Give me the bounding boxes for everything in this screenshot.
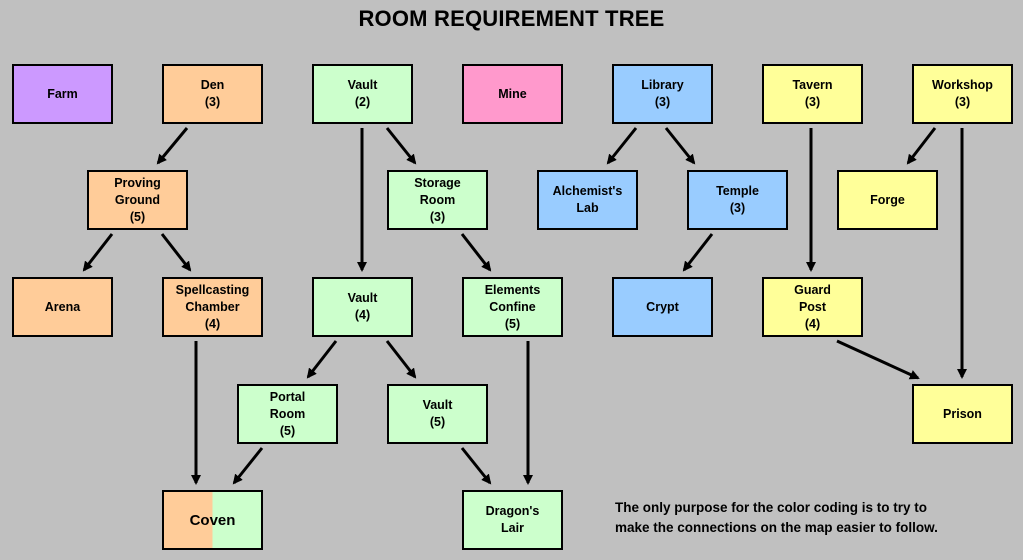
room-node-forge: Forge xyxy=(837,170,938,230)
room-label: Farm xyxy=(47,86,78,101)
room-node-workshop: Workshop (3) xyxy=(912,64,1013,124)
room-label: Elements Confine (5) xyxy=(484,282,541,331)
room-node-crypt: Crypt xyxy=(612,277,713,337)
room-label: Vault (5) xyxy=(422,398,453,429)
room-node-portal: Portal Room (5) xyxy=(237,384,338,444)
arrow-guard-to-prison xyxy=(836,339,920,380)
room-node-elements: Elements Confine (5) xyxy=(462,277,563,337)
note-line-1: The only purpose for the color coding is… xyxy=(615,500,928,515)
room-label: Den (3) xyxy=(200,78,225,109)
arrow-library-to-temple xyxy=(664,127,696,165)
room-node-vault5: Vault (5) xyxy=(387,384,488,444)
room-node-alchemist: Alchemist's Lab xyxy=(537,170,638,230)
color-coding-note: The only purpose for the color coding is… xyxy=(615,498,938,538)
room-label: Dragon's Lair xyxy=(485,504,540,535)
arrow-vault2-to-storage xyxy=(385,127,417,165)
arrow-library-to-alchemist xyxy=(606,127,638,165)
room-node-den: Den (3) xyxy=(162,64,263,124)
room-label: Workshop (3) xyxy=(932,78,993,109)
room-label: Mine xyxy=(498,86,527,101)
room-label: Crypt xyxy=(646,299,679,314)
room-node-library: Library (3) xyxy=(612,64,713,124)
arrow-proving-to-arena xyxy=(82,233,114,272)
room-label: Forge xyxy=(870,192,905,207)
room-label: Guard Post (4) xyxy=(794,282,831,331)
room-node-vault4: Vault (4) xyxy=(312,277,413,337)
room-label: Temple (3) xyxy=(716,184,759,215)
room-node-spell: Spellcasting Chamber (4) xyxy=(162,277,263,337)
room-label: Vault (2) xyxy=(347,78,378,109)
room-node-proving: Proving Ground (5) xyxy=(87,170,188,230)
room-label: Spellcasting Chamber (4) xyxy=(175,282,250,331)
arrow-proving-to-spell xyxy=(160,233,192,272)
room-node-mine: Mine xyxy=(462,64,563,124)
room-label: Library (3) xyxy=(641,78,684,109)
room-node-guard: Guard Post (4) xyxy=(762,277,863,337)
room-node-temple: Temple (3) xyxy=(687,170,788,230)
note-line-2: make the connections on the map easier t… xyxy=(615,520,938,535)
room-label: Prison xyxy=(943,406,982,421)
room-node-arena: Arena xyxy=(12,277,113,337)
room-label: Tavern (3) xyxy=(792,78,833,109)
room-node-coven: Coven xyxy=(162,490,263,550)
room-label: Vault (4) xyxy=(347,291,378,322)
arrow-portal-to-coven xyxy=(232,447,264,485)
room-node-farm: Farm xyxy=(12,64,113,124)
room-label: Arena xyxy=(44,299,81,314)
arrow-vault4-to-portal xyxy=(306,340,338,379)
room-node-vault2: Vault (2) xyxy=(312,64,413,124)
room-node-tavern: Tavern (3) xyxy=(762,64,863,124)
room-label: Coven xyxy=(189,511,236,529)
room-node-prison: Prison xyxy=(912,384,1013,444)
room-label: Portal Room (5) xyxy=(269,389,306,438)
room-node-dragon: Dragon's Lair xyxy=(462,490,563,550)
room-label: Proving Ground (5) xyxy=(114,175,161,224)
room-label: Alchemist's Lab xyxy=(552,184,623,215)
arrow-storage-to-elements xyxy=(460,233,492,272)
room-node-storage: Storage Room (3) xyxy=(387,170,488,230)
room-label: Storage Room (3) xyxy=(414,175,461,224)
arrow-vault5-to-dragon xyxy=(460,447,492,485)
arrow-workshop-to-forge xyxy=(906,127,937,165)
arrow-vault4-to-vault5 xyxy=(385,340,417,379)
arrow-temple-to-crypt xyxy=(682,233,714,272)
arrow-den-to-proving xyxy=(156,127,189,165)
